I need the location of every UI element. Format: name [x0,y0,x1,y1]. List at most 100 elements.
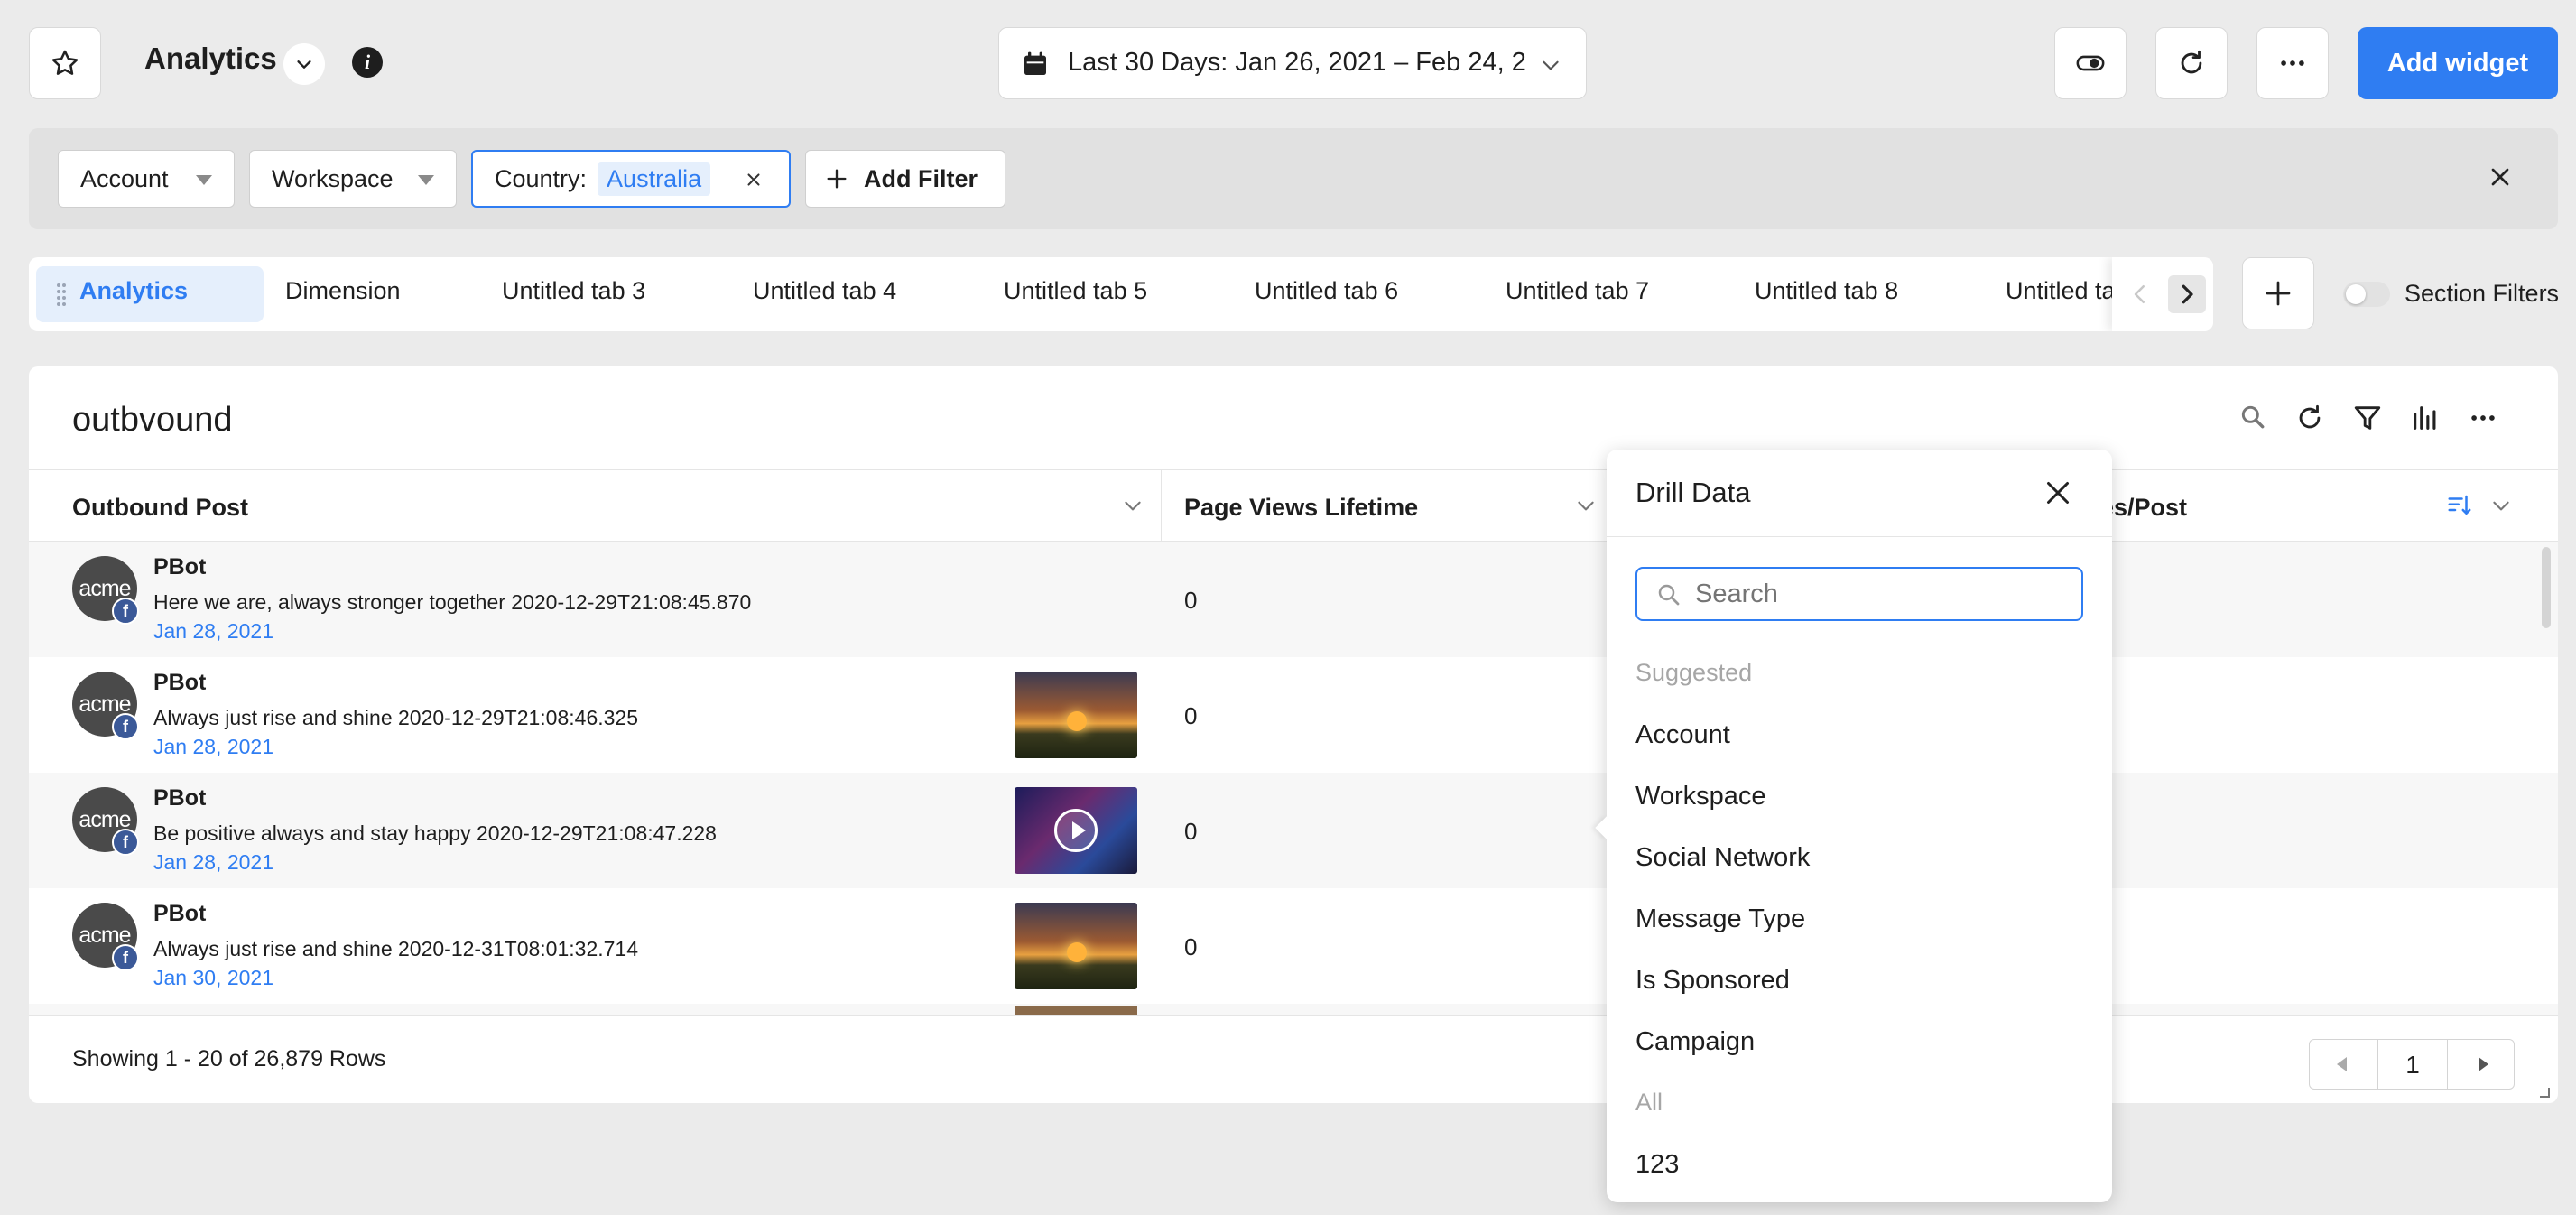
facebook-icon: f [112,944,139,971]
tab-untitled-6[interactable]: Untitled tab 6 [1255,277,1398,305]
drill-search-field[interactable] [1635,567,2083,621]
table-header: Outbound Post Page Views Lifetime Likes/… [29,469,2558,543]
country-filter-label: Country: [495,164,588,192]
tab-untitled-8[interactable]: Untitled tab 8 [1755,277,1898,305]
caret-down-icon [418,175,434,185]
close-icon[interactable] [744,170,764,190]
caret-down-icon [196,175,212,185]
calendar-icon [1024,51,1046,75]
drill-option-workspace[interactable]: Workspace [1635,782,1766,812]
country-filter-value: Australia [598,162,711,196]
column-header-page-views[interactable]: Page Views Lifetime [1184,494,1418,522]
close-filter-bar-icon[interactable] [2486,162,2515,191]
section-filters-toggle[interactable] [2343,282,2390,307]
drill-option-campaign[interactable]: Campaign [1635,1027,1755,1057]
tab-label: Analytics [79,277,189,304]
refresh-button[interactable] [2155,27,2228,99]
drag-handle-icon[interactable] [56,283,67,306]
play-icon [1054,809,1098,852]
resize-handle-icon[interactable] [2538,1086,2551,1099]
search-icon [1658,584,1680,606]
info-icon[interactable]: i [352,47,383,78]
toggle-icon [2076,55,2105,71]
all-section-label: All [1635,1089,1663,1116]
workspace-filter[interactable]: Workspace [249,150,457,208]
post-image-thumbnail[interactable] [1015,672,1137,758]
drill-option-account[interactable]: Account [1635,720,1730,750]
scroll-right-button[interactable] [2168,275,2206,313]
suggested-section-label: Suggested [1635,659,1753,686]
add-widget-button[interactable]: Add widget [2358,27,2558,99]
more-horizontal-icon [2281,60,2304,66]
sort-icon[interactable] [2446,492,2473,519]
table-row[interactable]: acme f PBot Here we are, always stronger… [29,542,2558,657]
favorite-button[interactable] [29,27,101,99]
filter-icon[interactable] [2352,403,2383,433]
search-icon[interactable] [2238,403,2267,431]
caret-left-icon [2337,1057,2347,1071]
tab-analytics[interactable]: Analytics [36,266,264,322]
page-views-value: 0 [1184,587,1198,614]
refresh-icon[interactable] [2294,403,2325,433]
tab-untitled-5[interactable]: Untitled tab 5 [1004,277,1147,305]
add-filter-label: Add Filter [864,164,978,192]
chevron-down-icon[interactable] [1574,494,1598,517]
tab-bar: Analytics Dimension Untitled tab 3 Untit… [29,257,2213,331]
post-date[interactable]: Jan 30, 2021 [153,966,273,990]
pagination: 1 [2309,1039,2515,1090]
post-author: PBot [153,670,207,695]
post-date[interactable]: Jan 28, 2021 [153,850,273,875]
drill-option-message-type[interactable]: Message Type [1635,904,1805,934]
dashboard-menu-toggle[interactable] [283,43,325,85]
table-row[interactable]: acme f PBot Always just rise and shine 2… [29,657,2558,773]
tab-untitled-3[interactable]: Untitled tab 3 [502,277,645,305]
chevron-down-icon [1543,60,1559,70]
facebook-icon: f [112,713,139,740]
plus-icon [827,169,847,189]
page-title: Analytics [144,42,277,75]
close-icon[interactable] [2042,477,2074,509]
tab-dimension[interactable]: Dimension [285,277,401,305]
post-video-thumbnail[interactable] [1015,787,1137,874]
more-horizontal-icon[interactable] [2468,403,2498,433]
drill-option-123[interactable]: 123 [1635,1150,1679,1180]
facebook-icon: f [112,829,139,856]
next-page-button[interactable] [2447,1040,2516,1089]
tab-scroll-controls [2112,257,2213,331]
account-filter[interactable]: Account [58,150,235,208]
date-range-picker[interactable]: Last 30 Days: Jan 26, 2021 – Feb 24, 202… [998,27,1587,99]
post-date[interactable]: Jan 28, 2021 [153,619,273,644]
table-row[interactable]: acme f PBot Be positive always and stay … [29,773,2558,888]
drill-search-input[interactable] [1695,578,2065,610]
post-text: Be positive always and stay happy 2020-1… [153,821,717,845]
post-text: Here we are, always stronger together 20… [153,590,752,614]
chevron-left-icon[interactable] [2127,279,2154,310]
page-number[interactable]: 1 [2378,1051,2447,1080]
tab-untitled-7[interactable]: Untitled tab 7 [1506,277,1649,305]
toggle-view-button[interactable] [2054,27,2127,99]
table-scrollbar[interactable] [2542,547,2551,628]
drill-data-popup: Drill Data Suggested Account Workspace S… [1595,450,2112,1202]
post-author: PBot [153,554,207,580]
post-date[interactable]: Jan 28, 2021 [153,735,273,759]
add-tab-button[interactable] [2242,257,2314,329]
chevron-down-icon[interactable] [2489,494,2513,517]
add-filter-button[interactable]: Add Filter [805,150,1005,208]
column-header-outbound-post[interactable]: Outbound Post [72,494,248,522]
widget-card: outbvound Outbound Post Page Views Lifet… [29,366,2558,1103]
page-views-value: 0 [1184,702,1198,729]
drill-option-social-network[interactable]: Social Network [1635,843,1810,873]
drill-option-is-sponsored[interactable]: Is Sponsored [1635,966,1790,996]
more-options-button[interactable] [2256,27,2329,99]
post-image-thumbnail[interactable] [1015,903,1137,989]
tab-untitled-4[interactable]: Untitled tab 4 [753,277,896,305]
chevron-down-icon[interactable] [1121,494,1144,517]
table-row[interactable]: acme f PBot Always just rise and shine 2… [29,888,2558,1004]
page-views-value: 0 [1184,933,1198,960]
previous-page-button[interactable] [2310,1040,2378,1089]
plus-icon [2266,281,2291,306]
drill-data-title: Drill Data [1635,477,1751,508]
chart-bars-icon[interactable] [2410,403,2441,433]
row-count-text: Showing 1 - 20 of 26,879 Rows [72,1046,386,1071]
country-filter[interactable]: Country: Australia [471,150,791,208]
